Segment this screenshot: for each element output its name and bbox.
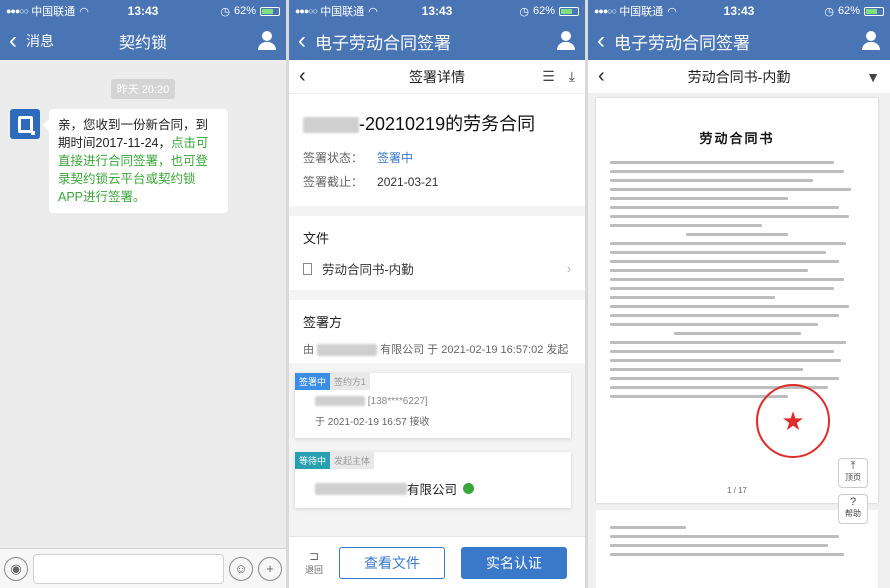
qiyuesuo-logo-icon [10,109,40,139]
status-value: 签署中 [377,151,414,165]
contract-title: -20210219的劳务合同 [303,94,571,146]
return-button[interactable]: ⊐ 退回 [303,549,325,576]
signer-role-tag: 发起主体 [330,452,375,469]
redacted-name [303,117,359,134]
doc-heading: 劳动合同书 [699,131,775,146]
return-icon: ⊐ [308,549,320,563]
deadline-value: 2021-03-21 [377,175,439,189]
battery-percent: 62% [233,5,256,17]
top-page-button[interactable]: ⤒ 顶页 [838,458,868,488]
battery-percent: 62% [837,5,860,17]
contract-info-card: -20210219的劳务合同 签署状态： 签署中 签署截止： 2021-03-21 [289,94,585,206]
alarm-icon: ◷ [220,5,230,18]
document-page: 劳动合同书 ★ 1 / 17 [596,98,878,503]
battery-icon [559,6,579,16]
status-bar: ●●●○○ 中国联通 ◠ 13:43 ◷ 62% [289,0,585,22]
deadline-row: 签署截止： 2021-03-21 [303,175,439,189]
file-name: 劳动合同书-内勤 [322,263,414,277]
signer-status-tag: 签署中 [295,373,331,390]
nav-bar: ‹ 消息 契约锁 [0,22,286,60]
file-section: 文件 劳动合同书-内勤 › [289,216,585,290]
battery-icon [260,6,280,16]
signer-section-title: 签署方 [303,315,343,330]
nav-bar: ‹ 电子劳动合同签署 [588,22,890,60]
file-item[interactable]: 劳动合同书-内勤 › [303,259,571,278]
chat-title: 契约锁 [118,35,167,52]
dropdown-triangle-icon[interactable]: ▼ [866,69,880,85]
help-button[interactable]: ? 帮助 [838,494,868,524]
verify-identity-button[interactable]: 实名认证 [461,546,567,579]
document-viewer[interactable]: 劳动合同书 ★ 1 / 17 ⤒ 顶页 ? 帮助 [588,94,890,588]
page-number: 1 / 17 [726,486,747,495]
help-icon: ? [849,496,857,508]
signer-role-tag: 签约方1 [330,373,371,390]
chevron-right-icon: › [566,261,571,276]
battery-icon [864,6,884,16]
message-input[interactable] [33,553,224,584]
verified-icon [463,483,475,494]
redacted-signer [315,396,365,407]
redacted-company [315,482,407,495]
message-row: 亲，您收到一份新合同，到期时间2017-11-24，点击可直接进行合同签署，也可… [10,109,286,213]
back-chevron-icon[interactable]: ‹ [588,22,614,60]
status-row: 签署状态： 签署中 [303,151,414,165]
emoji-icon[interactable]: ☺ [229,556,253,581]
document-page-2 [596,510,878,588]
alarm-icon: ◷ [824,5,834,18]
signer-contact: [138****6227] [295,390,571,407]
sub-header: ‹ 签署详情 ☰ ⤓ [289,60,585,94]
sub-title: 签署详情 [409,68,465,85]
sub-header: ‹ 劳动合同书-内勤 ▼ [588,60,890,94]
signer-received: 于 2021-02-19 16:57 接收 [315,417,430,428]
signer-section: 签署方 由 有限公司 于 2021-02-19 16:57:02 发起 [289,300,585,363]
voice-icon[interactable]: ◉ [4,556,28,581]
nav-title: 电子劳动合同签署 [614,33,750,53]
download-icon[interactable]: ⤓ [569,68,575,85]
status-bar: ●●●○○ 中国联通 ◠ 13:43 ◷ 62% [588,0,890,22]
alarm-icon: ◷ [519,5,529,18]
signer-status-tag: 等待中 [295,452,331,469]
nav-title: 电子劳动合同签署 [315,33,451,53]
arrow-up-icon: ⤒ [850,460,856,472]
back-chevron-icon[interactable]: ‹ [289,22,315,60]
document-title: 劳动合同书-内勤 [687,68,791,85]
message-bubble[interactable]: 亲，您收到一份新合同，到期时间2017-11-24，点击可直接进行合同签署，也可… [43,109,228,213]
redacted-company [317,344,378,357]
phone-screen-document: ●●●○○ 中国联通 ◠ 13:43 ◷ 62% ‹ 电子劳动合同签署 ‹ 劳动… [588,0,890,588]
phone-screen-sign-detail: ●●●○○ 中国联通 ◠ 13:43 ◷ 62% ‹ 电子劳动合同签署 ‹ 签署… [289,0,585,588]
plus-icon[interactable]: + [258,556,282,581]
signer-phone: [138****6227] [367,396,428,407]
file-section-title: 文件 [303,231,330,246]
nav-bar: ‹ 电子劳动合同签署 [289,22,585,60]
signer-card-2: 等待中 发起主体 有限公司 [295,452,571,508]
battery-percent: 62% [532,5,555,17]
status-bar: ●●●○○ 中国联通 ◠ 13:43 ◷ 62% [0,0,286,22]
star-icon: ★ [781,406,805,436]
profile-icon[interactable] [557,31,575,51]
document-icon[interactable]: ☰ [542,68,555,85]
input-bar: ◉ ☺ + [0,548,286,588]
profile-icon[interactable] [258,31,276,51]
company-seal-stamp: ★ [756,384,830,458]
signer-company: 有限公司 [295,469,571,498]
document-body-text [596,147,878,398]
initiator-line: 由 有限公司 于 2021-02-19 16:57:02 发起 [303,344,569,357]
action-bar: ⊐ 退回 查看文件 实名认证 [289,536,585,588]
phone-screen-messages: ●●●○○ 中国联通 ◠ 13:43 ◷ 62% ‹ 消息 契约锁 昨天 20:… [0,0,286,588]
message-timestamp: 昨天 20:20 [110,79,176,99]
signer-card-1: 签署中 签约方1 [138****6227] 于 2021-02-19 16:5… [295,373,571,438]
profile-icon[interactable] [862,31,880,51]
view-file-button[interactable]: 查看文件 [339,546,445,579]
file-icon [303,262,312,275]
